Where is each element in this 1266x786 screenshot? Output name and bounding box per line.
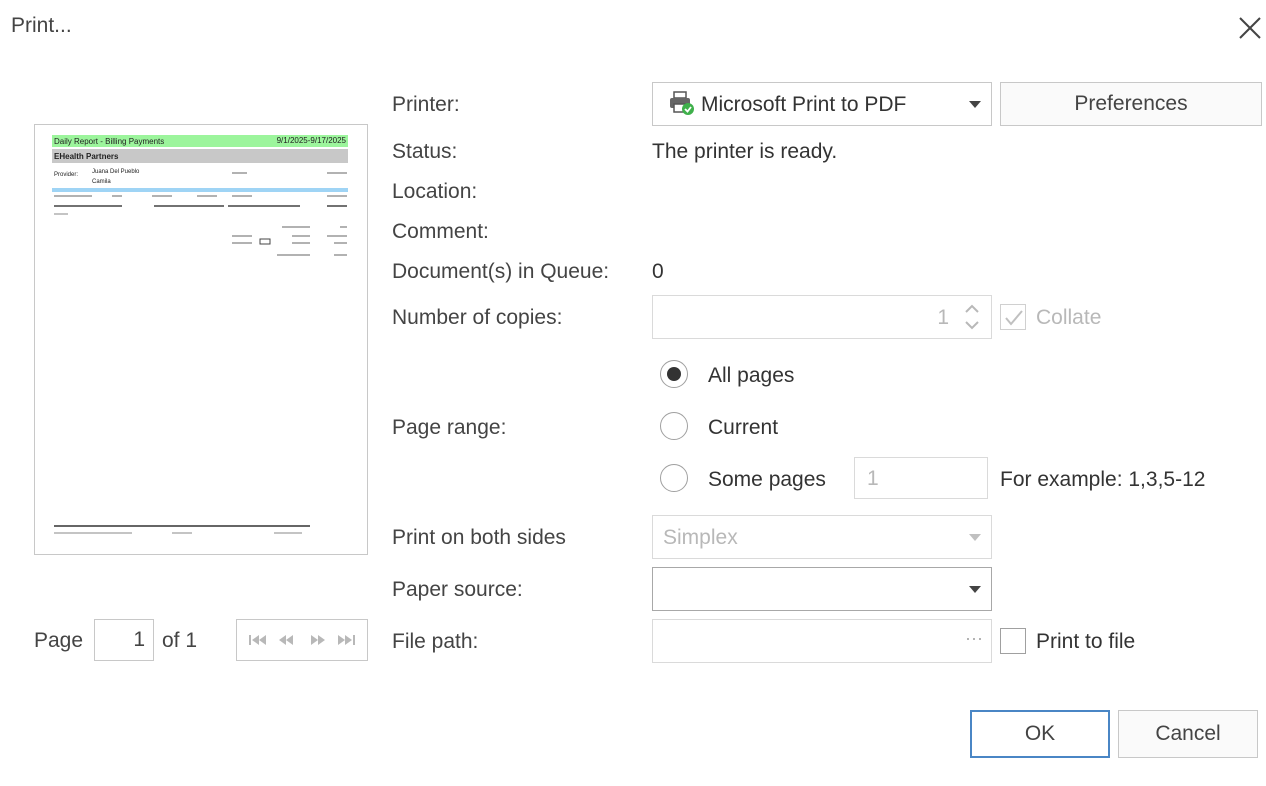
collate-label: Collate — [1036, 306, 1102, 329]
dialog-title: Print... — [11, 14, 72, 37]
preview-page-thumbnail: Daily Report - Billing Payments 9/1/2025… — [52, 135, 348, 534]
paper-source-select[interactable] — [652, 567, 992, 611]
browse-button[interactable]: ··· — [965, 628, 983, 649]
all-pages-radio[interactable] — [660, 360, 688, 388]
printer-select[interactable]: Microsoft Print to PDF — [652, 82, 992, 126]
printer-icon — [670, 91, 694, 115]
last-page-button[interactable] — [334, 628, 358, 652]
next-page-button[interactable] — [305, 628, 329, 652]
preferences-button[interactable]: Preferences — [1000, 82, 1262, 126]
comment-label: Comment: — [392, 220, 489, 243]
preview-org-name: EHealth Partners — [54, 152, 119, 161]
status-value: The printer is ready. — [652, 140, 838, 163]
queue-value: 0 — [652, 260, 664, 283]
preview-date-range: 9/1/2025-9/17/2025 — [277, 136, 347, 145]
duplex-label: Print on both sides — [392, 526, 566, 549]
print-to-file-checkbox[interactable] — [1000, 628, 1026, 654]
preview-provider-label: Provider: — [54, 172, 78, 178]
page-range-example: For example: 1,3,5-12 — [1000, 468, 1206, 491]
page-range-label: Page range: — [392, 416, 507, 439]
chevron-down-icon — [969, 101, 981, 108]
paper-source-label: Paper source: — [392, 578, 523, 601]
close-button[interactable] — [1234, 12, 1266, 44]
previous-page-icon — [279, 635, 294, 645]
page-navigation — [236, 619, 368, 661]
preview-provider-name-2: Camila — [92, 179, 111, 185]
some-pages-input[interactable]: 1 — [854, 457, 988, 499]
file-path-input[interactable]: ··· — [652, 619, 992, 663]
previous-page-button[interactable] — [275, 628, 299, 652]
preview-provider-name: Juana Del Pueblo — [92, 169, 140, 175]
chevron-down-icon — [969, 586, 981, 593]
file-path-label: File path: — [392, 630, 479, 653]
some-pages-label: Some pages — [708, 468, 826, 491]
location-label: Location: — [392, 180, 478, 203]
status-label: Status: — [392, 140, 458, 163]
all-pages-label: All pages — [708, 364, 795, 387]
some-pages-radio[interactable] — [660, 464, 688, 492]
copies-label: Number of copies: — [392, 306, 563, 329]
close-icon — [1239, 17, 1261, 39]
chevron-down-icon — [969, 534, 981, 541]
printer-label: Printer: — [392, 93, 460, 116]
preview-pager: Page 1 of 1 — [34, 619, 368, 661]
copies-stepper[interactable]: 1 — [652, 295, 992, 339]
page-number-input[interactable]: 1 — [94, 619, 154, 661]
page-of-label: of 1 — [162, 629, 198, 652]
page-label: Page — [34, 629, 84, 652]
next-page-icon — [310, 635, 325, 645]
current-page-radio[interactable] — [660, 412, 688, 440]
duplex-select[interactable]: Simplex — [652, 515, 992, 559]
first-page-button[interactable] — [246, 628, 270, 652]
duplex-value: Simplex — [663, 526, 738, 549]
first-page-icon — [248, 635, 266, 645]
copies-value: 1 — [937, 306, 949, 329]
preview-report-title: Daily Report - Billing Payments — [54, 137, 164, 146]
collate-checkbox[interactable] — [1000, 304, 1026, 330]
printer-select-value: Microsoft Print to PDF — [701, 93, 907, 116]
queue-label: Document(s) in Queue: — [392, 260, 610, 283]
checkmark-icon — [1005, 310, 1023, 326]
spinner-arrows-icon — [965, 304, 979, 330]
print-to-file-label: Print to file — [1036, 630, 1136, 653]
some-pages-value: 1 — [867, 467, 879, 490]
last-page-icon — [338, 635, 356, 645]
cancel-button[interactable]: Cancel — [1118, 710, 1258, 758]
current-page-label: Current — [708, 416, 779, 439]
ok-button[interactable]: OK — [970, 710, 1110, 758]
